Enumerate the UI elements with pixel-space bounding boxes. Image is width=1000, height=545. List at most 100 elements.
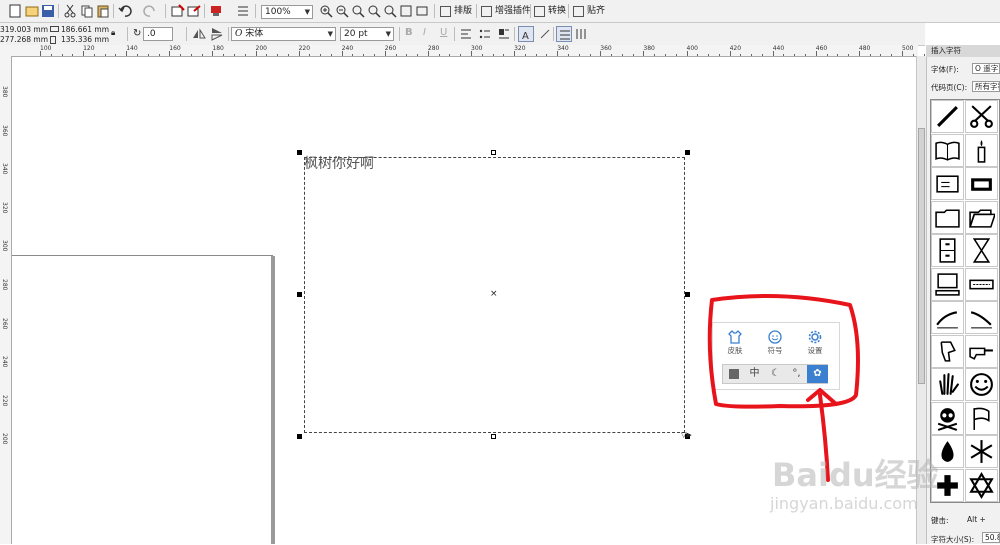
v-ruler-label: 320	[1, 201, 8, 214]
ime-status-bar: 中 ☾ °, ✿	[722, 364, 828, 384]
redo-icon[interactable]	[142, 3, 158, 19]
zoom-in-icon[interactable]	[318, 3, 334, 19]
glyph-cell[interactable]	[965, 468, 998, 502]
options-icon[interactable]	[235, 3, 251, 19]
codepage-select[interactable]: 所有字符	[972, 81, 1000, 92]
glyph-cell[interactable]	[965, 435, 998, 468]
moon-icon[interactable]: ☾	[765, 365, 786, 383]
glyph-cell[interactable]	[931, 167, 964, 200]
glyph-cell[interactable]	[965, 100, 998, 133]
glyph-cell[interactable]	[965, 133, 998, 167]
page-width-icon[interactable]	[414, 3, 430, 19]
character-grid[interactable]	[930, 99, 1000, 503]
font-size-select[interactable]: 20 pt ▼	[340, 27, 394, 41]
text-flow-tab-icon[interactable]: ▽▶	[681, 431, 692, 439]
convert-button[interactable]: 转换	[534, 4, 566, 19]
handle-top-center[interactable]	[491, 150, 496, 155]
glyph-cell[interactable]	[931, 100, 964, 133]
h-ruler-label: 200	[255, 45, 267, 52]
zoom-page-icon[interactable]	[382, 3, 398, 19]
underline-icon[interactable]: U	[440, 27, 447, 38]
ime-settings-button[interactable]: 设置	[795, 327, 835, 363]
cut-icon[interactable]	[62, 3, 78, 19]
scroll-thumb[interactable]	[918, 128, 925, 384]
glyph-cell[interactable]	[965, 167, 998, 200]
export-icon[interactable]	[186, 3, 202, 19]
computer-icon	[935, 272, 960, 296]
zoom-select[interactable]: 100% ▼	[261, 5, 313, 19]
h-ruler-label: 320	[514, 45, 526, 52]
handle-top-right[interactable]	[685, 150, 690, 155]
lock-ratio-icon[interactable]: 🔒︎	[111, 28, 115, 38]
docker-font-select[interactable]: O 遥字	[972, 63, 1000, 74]
app-launcher-icon[interactable]	[208, 3, 224, 19]
copy-icon[interactable]	[79, 3, 95, 19]
zoom-out-icon[interactable]	[334, 3, 350, 19]
glyph-cell[interactable]	[965, 301, 998, 334]
position-x[interactable]: 319.003 mm	[0, 25, 48, 34]
text-properties-icon[interactable]: A	[518, 26, 534, 42]
glyph-cell[interactable]	[931, 301, 964, 334]
bullet-list-icon[interactable]	[477, 26, 493, 42]
handle-middle-left[interactable]	[297, 292, 302, 297]
ime-logo-icon[interactable]	[723, 365, 744, 383]
horizontal-text-icon[interactable]	[556, 26, 572, 42]
glyph-cell[interactable]	[931, 267, 964, 301]
save-icon[interactable]	[40, 3, 56, 19]
italic-icon[interactable]: I	[423, 27, 426, 38]
zoom-selected-icon[interactable]	[350, 3, 366, 19]
glyph-cell[interactable]	[931, 234, 964, 267]
edit-text-icon[interactable]	[537, 26, 553, 42]
new-doc-icon[interactable]	[7, 3, 23, 19]
mirror-h-icon[interactable]	[191, 26, 207, 42]
glyph-cell[interactable]	[965, 200, 998, 234]
codepage-label: 代码页(C):	[931, 83, 968, 92]
handle-middle-right[interactable]	[685, 292, 690, 297]
mirror-v-icon[interactable]	[209, 26, 225, 42]
snap-button[interactable]: 贴齐	[573, 4, 605, 19]
font-family-select[interactable]: O 宋体 ▼	[231, 27, 336, 41]
text-align-icon[interactable]	[458, 26, 474, 42]
bold-icon[interactable]: B	[405, 27, 413, 38]
undo-icon[interactable]	[117, 3, 133, 19]
horizontal-ruler[interactable]: 100 120 140 160 180 200 220 240 260 280 300 320 340 3…	[0, 45, 979, 57]
open-icon[interactable]	[24, 3, 40, 19]
handle-top-left[interactable]	[297, 150, 302, 155]
ime-gear-icon[interactable]: ✿	[807, 365, 828, 383]
handle-bottom-left[interactable]	[297, 434, 302, 439]
glyph-cell[interactable]	[965, 334, 998, 368]
punctuation-icon[interactable]: °,	[786, 365, 807, 383]
drop-cap-icon[interactable]	[496, 26, 512, 42]
ime-lang-toggle[interactable]: 中	[744, 365, 765, 383]
object-height[interactable]: 135.336 mm	[61, 35, 109, 44]
object-width[interactable]: 186.661 mm	[61, 25, 109, 34]
frame-text-content[interactable]: 枫树你好啊	[304, 153, 374, 173]
h-ruler-label: 160	[169, 45, 181, 52]
glyph-cell[interactable]	[965, 401, 998, 435]
glyph-cell[interactable]	[931, 200, 964, 234]
glyph-cell[interactable]	[931, 334, 964, 368]
handle-bottom-center[interactable]	[491, 434, 496, 439]
v-ruler-label: 380	[1, 86, 8, 98]
rotation-input[interactable]: .0	[143, 27, 173, 41]
import-icon[interactable]	[170, 3, 186, 19]
glyph-cell[interactable]	[931, 133, 964, 167]
ime-skin-button[interactable]: 皮肤	[715, 327, 755, 363]
ime-symbol-button[interactable]: 符号	[755, 327, 795, 363]
glyph-cell[interactable]	[965, 368, 998, 401]
fit-page-icon[interactable]	[398, 3, 414, 19]
enhance-plugin-button[interactable]: 增强插件	[481, 4, 531, 19]
h-ruler-label: 380	[643, 45, 655, 52]
vertical-text-icon[interactable]	[573, 26, 589, 42]
glyph-cell[interactable]	[931, 401, 964, 435]
glyph-cell[interactable]	[965, 267, 998, 301]
glyph-cell[interactable]	[965, 234, 998, 267]
glyph-cell[interactable]	[931, 368, 964, 401]
position-y[interactable]: 277.268 mm	[0, 35, 48, 44]
layout-button[interactable]: 排版	[440, 4, 472, 19]
h-ruler-label: 260	[384, 45, 397, 52]
zoom-all-icon[interactable]	[366, 3, 382, 19]
char-size-input[interactable]: 50.8	[982, 532, 1000, 543]
vertical-ruler[interactable]: 380 360 340 320 300 280 260 240 220 200	[0, 56, 12, 544]
paste-icon[interactable]	[95, 3, 111, 19]
